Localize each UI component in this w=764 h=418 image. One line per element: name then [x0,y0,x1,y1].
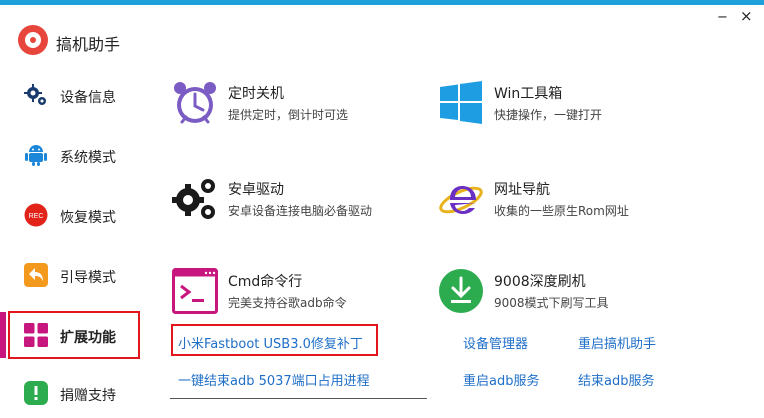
feature-desc: 提供定时，倒计时可选 [228,108,349,122]
feature-desc: 安卓设备连接电脑必备驱动 [228,204,373,218]
back-arrow-icon [24,263,48,287]
sidebar-item-label: 引导模式 [60,270,116,286]
alarm-clock-icon [174,82,216,124]
donate-icon [24,381,48,405]
rec-icon-text: REC [29,213,44,220]
sidebar-item-label: 恢复模式 [60,210,116,226]
gears-icon [172,179,215,219]
title-bar: 搞机助手 − × [0,5,764,65]
feature-desc: 快捷操作，一键打开 [494,108,603,122]
windows-icon [440,81,482,124]
feature-desc: 收集的一些原生Rom网址 [494,204,629,218]
sidebar-item-extensions[interactable]: 扩展功能 [0,308,150,360]
android-icon [25,145,47,166]
sidebar-item-label: 设备信息 [60,90,116,106]
kill-adb-port-link[interactable]: 一键结束adb 5037端口占用进程 [178,370,370,389]
restart-adb-link[interactable]: 重启adb服务 [463,370,539,389]
feature-title: 9008深度刷机 [494,274,586,290]
feature-title: Win工具箱 [494,86,563,102]
fastboot-fix-link[interactable]: 小米Fastboot USB3.0修复补丁 [178,333,363,352]
sidebar-item-donate[interactable]: 捐赠支持 [0,366,150,418]
grid-icon [24,323,48,347]
gears-icon [24,84,46,105]
ie-icon [439,186,483,214]
sidebar-item-label: 扩展功能 [60,330,116,346]
feature-desc: 完美支持谷歌adb命令 [228,296,347,310]
stop-adb-link[interactable]: 结束adb服务 [578,370,654,389]
app-title: 搞机助手 [56,35,121,54]
feature-title: 网址导航 [494,182,550,198]
terminal-icon [172,268,218,314]
sidebar-item-system-mode[interactable]: 系统模式 [0,128,150,180]
sidebar-item-device-info[interactable]: 设备信息 [0,68,150,120]
feature-desc: 9008模式下刷写工具 [494,296,609,310]
restart-app-link[interactable]: 重启搞机助手 [578,333,656,352]
feature-title: 安卓驱动 [228,182,284,198]
sidebar-item-bootloader-mode[interactable]: 引导模式 [0,248,150,300]
divider [170,398,427,399]
download-icon [439,269,483,313]
sidebar-item-label: 系统模式 [60,150,116,166]
rec-icon: REC [24,203,48,227]
app-logo-icon [18,25,48,55]
sidebar-item-recovery-mode[interactable]: REC 恢复模式 [0,188,150,240]
feature-title: 定时关机 [228,86,284,102]
minimize-button[interactable]: − [717,11,728,25]
device-manager-link[interactable]: 设备管理器 [463,333,528,352]
feature-title: Cmd命令行 [228,274,303,290]
close-button[interactable]: × [740,9,753,24]
sidebar-item-label: 捐赠支持 [60,388,116,404]
